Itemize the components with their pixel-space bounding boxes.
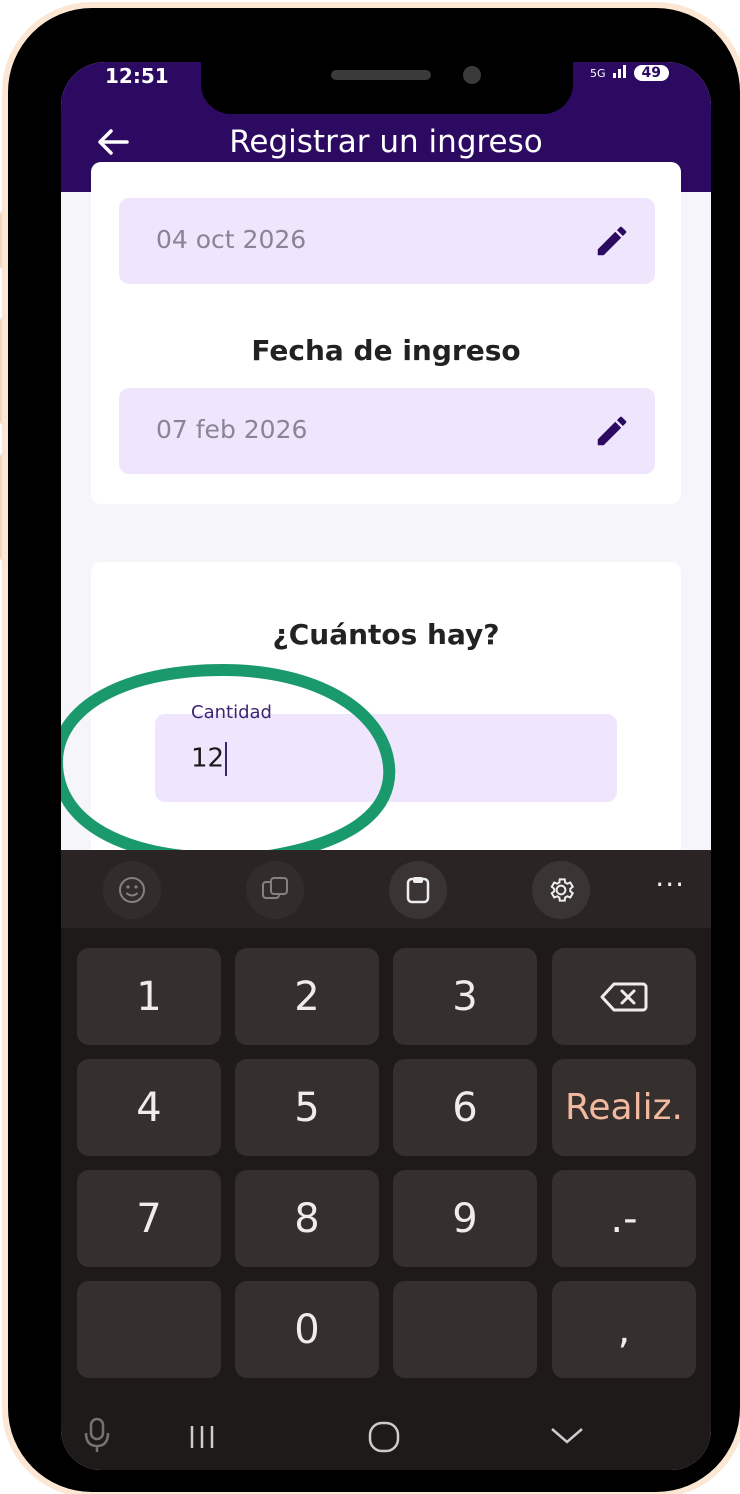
camera-notch — [201, 62, 573, 114]
income-date-value: 07 feb 2026 — [156, 415, 308, 444]
key-8[interactable]: 8 — [235, 1170, 379, 1267]
text-cursor — [225, 742, 228, 776]
first-date-field[interactable]: 04 oct 2026 — [119, 198, 655, 284]
hide-keyboard-icon[interactable] — [549, 1426, 585, 1450]
quantity-value[interactable]: 12 — [191, 742, 228, 776]
done-key[interactable]: Realiz. — [552, 1059, 696, 1156]
screen: 12:51 5G 49 Registrar un ingreso 04 oct … — [61, 62, 711, 1470]
page-title: Registrar un ingreso — [229, 124, 543, 160]
income-date-field[interactable]: 07 feb 2026 — [119, 388, 655, 474]
dates-card: 04 oct 2026 Fecha de ingreso 07 feb 2026 — [91, 162, 681, 504]
status-icons: 5G 49 — [590, 64, 669, 82]
pencil-icon[interactable] — [593, 412, 631, 450]
speaker-grill — [331, 70, 431, 80]
backspace-icon — [600, 982, 648, 1011]
key-9[interactable]: 9 — [393, 1170, 537, 1267]
recent-apps-icon[interactable] — [187, 1424, 217, 1454]
key-3[interactable]: 3 — [393, 948, 537, 1045]
translate-icon[interactable] — [246, 861, 304, 919]
clipboard-icon[interactable] — [389, 861, 447, 919]
battery-badge: 49 — [633, 65, 669, 81]
more-options-icon[interactable]: ··· — [655, 868, 685, 901]
phone-frame: 12:51 5G 49 Registrar un ingreso 04 oct … — [8, 8, 740, 1492]
front-camera — [463, 66, 481, 84]
comma-key[interactable]: , — [552, 1281, 696, 1378]
key-7[interactable]: 7 — [77, 1170, 221, 1267]
first-date-value: 04 oct 2026 — [156, 225, 307, 254]
home-icon[interactable] — [367, 1420, 401, 1458]
income-date-label: Fecha de ingreso — [251, 334, 521, 367]
key-1[interactable]: 1 — [77, 948, 221, 1045]
key-6[interactable]: 6 — [393, 1059, 537, 1156]
pencil-icon[interactable] — [593, 222, 631, 260]
backspace-key[interactable] — [552, 948, 696, 1045]
punctuation-key[interactable]: .- — [552, 1170, 696, 1267]
key-0[interactable]: 0 — [235, 1281, 379, 1378]
system-nav-bar — [61, 1402, 711, 1470]
signal-icon — [612, 64, 628, 82]
key-5[interactable]: 5 — [235, 1059, 379, 1156]
numeric-keyboard: ··· 1 2 3 4 5 6 Realiz. 7 8 9 .- 0 , — [61, 850, 711, 1470]
emoji-icon[interactable] — [103, 861, 161, 919]
keyboard-toolbar: ··· — [61, 850, 711, 928]
quantity-label: Cantidad — [191, 702, 272, 723]
settings-gear-icon[interactable] — [532, 861, 590, 919]
status-time: 12:51 — [105, 64, 169, 88]
network-label: 5G — [589, 66, 606, 80]
empty-key-left — [77, 1281, 221, 1378]
key-4[interactable]: 4 — [77, 1059, 221, 1156]
quantity-input[interactable]: Cantidad 12 — [155, 702, 617, 802]
key-2[interactable]: 2 — [235, 948, 379, 1045]
empty-key-right — [393, 1281, 537, 1378]
microphone-icon[interactable] — [83, 1416, 111, 1458]
quantity-value-text: 12 — [191, 743, 225, 774]
quantity-heading: ¿Cuántos hay? — [272, 618, 500, 651]
